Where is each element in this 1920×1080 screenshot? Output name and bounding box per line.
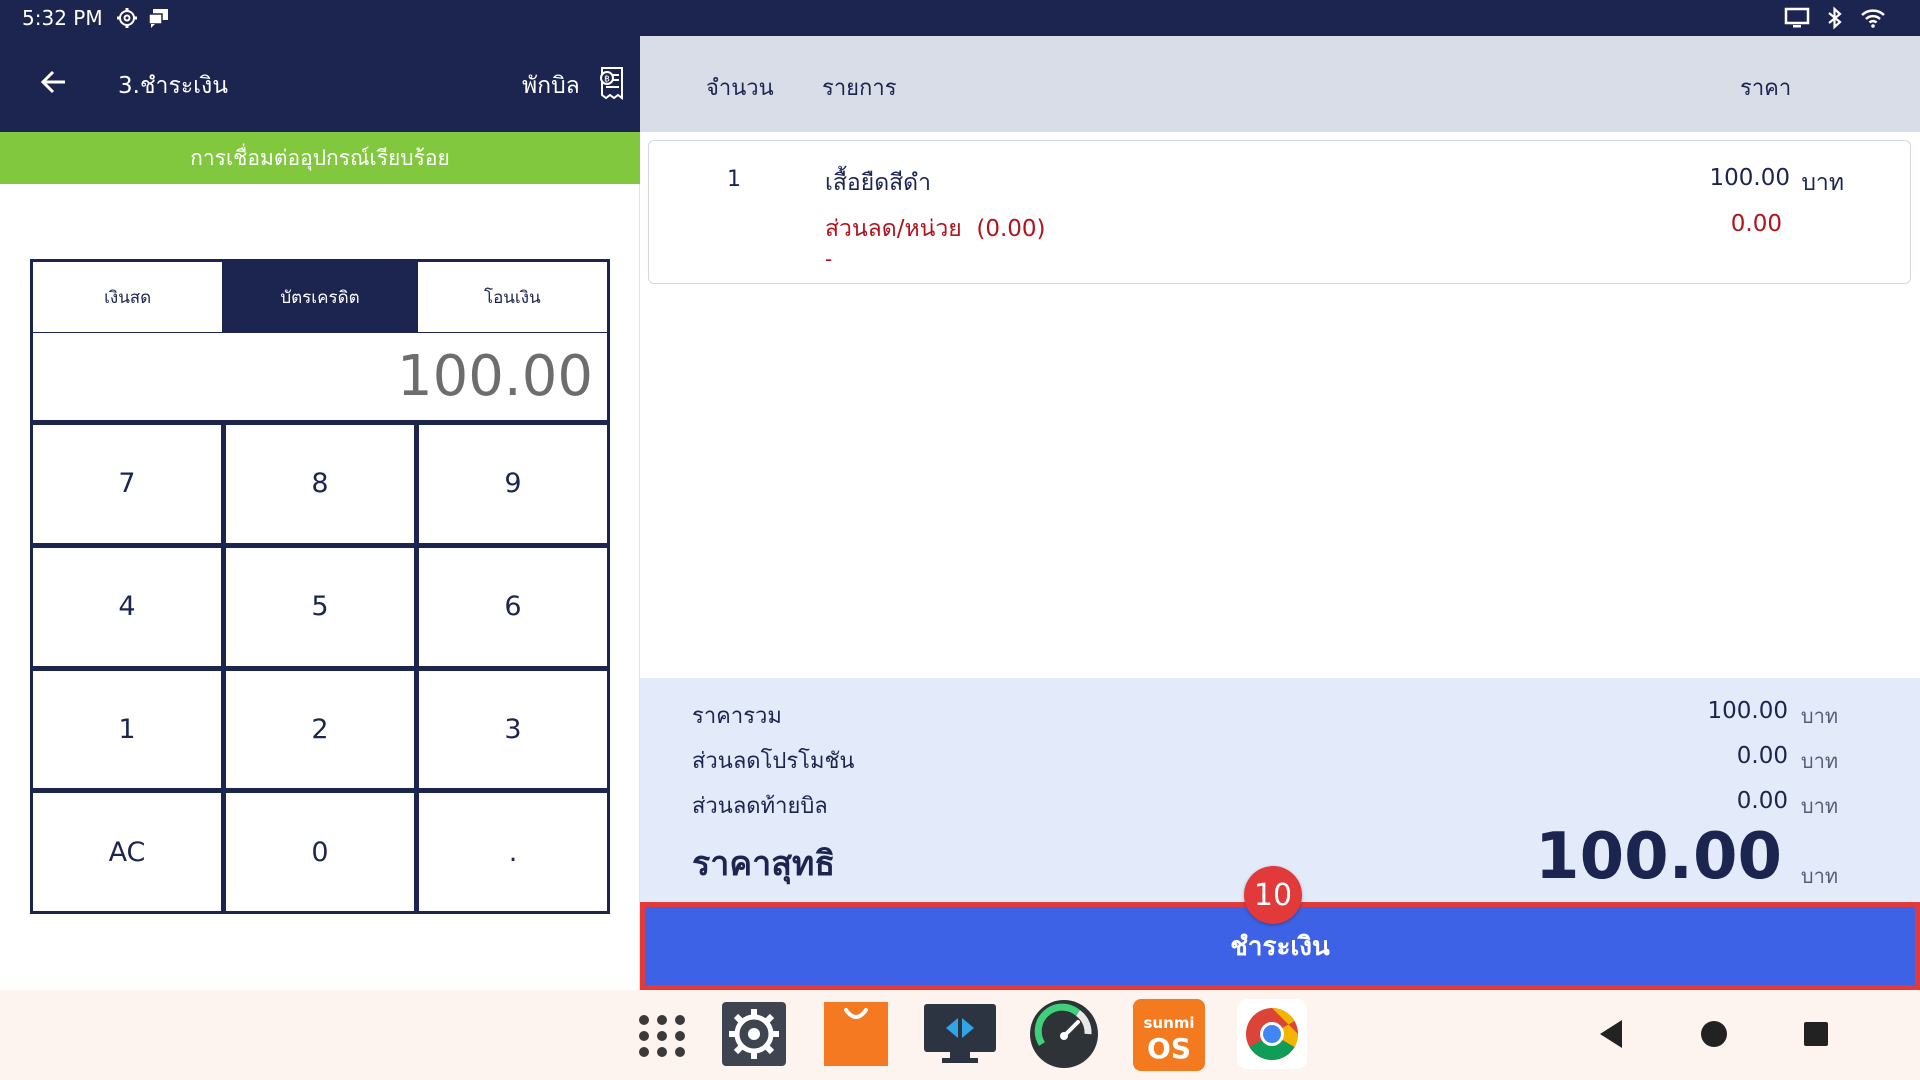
order-item-list: 1 เสื้อยืดสีดำ 100.00 บาท ส่วนลด/หน่วย (… <box>640 132 1920 678</box>
receipt-icon[interactable]: ฿ <box>596 66 628 100</box>
nav-home-icon[interactable] <box>1692 1012 1736 1056</box>
subtotal-unit: บาท <box>1800 704 1838 728</box>
subtotal-value: 100.00 <box>1707 698 1788 724</box>
settings-gear-icon <box>116 8 137 28</box>
net-total-unit: บาท <box>1800 864 1838 888</box>
key-clear[interactable]: AC <box>33 793 221 911</box>
key-1[interactable]: 1 <box>33 670 221 789</box>
status-right-icons <box>1784 6 1886 30</box>
sunmi-os-app-icon[interactable]: sunmi OS <box>1132 998 1206 1072</box>
column-header-price: ราคา <box>1740 76 1792 101</box>
svg-text:฿: ฿ <box>604 75 610 85</box>
tab-cash[interactable]: เงินสด <box>33 262 222 332</box>
cast-screen-icon <box>1784 7 1810 28</box>
key-2[interactable]: 2 <box>226 670 414 789</box>
order-table-header: จำนวน รายการ ราคา <box>640 36 1920 132</box>
amount-display: 100.00 <box>30 333 610 423</box>
payment-method-tabs: เงินสด บัตรเครดิต โอนเงิน <box>30 259 610 335</box>
bill-discount-value: 0.00 <box>1736 788 1788 814</box>
tab-credit-card[interactable]: บัตรเครดิต <box>222 262 415 332</box>
item-price: 100.00 <box>1709 165 1790 191</box>
tab-transfer[interactable]: โอนเงิน <box>414 262 607 332</box>
status-bar: 5:32 PM <box>0 0 1920 36</box>
bill-discount-unit: บาท <box>1800 794 1838 818</box>
status-time: 5:32 PM <box>22 6 103 30</box>
key-0[interactable]: 0 <box>226 793 414 911</box>
key-6[interactable]: 6 <box>419 547 607 666</box>
bill-discount-label: ส่วนลดท้ายบิล <box>692 794 828 819</box>
chrome-app-icon[interactable] <box>1236 998 1308 1070</box>
bluetooth-icon <box>1828 6 1842 30</box>
net-total-label: ราคาสุทธิ <box>692 844 836 884</box>
hold-bill-button[interactable]: พักบิล <box>522 68 580 104</box>
item-name: เสื้อยืดสีดำ <box>825 170 932 196</box>
key-decimal[interactable]: . <box>419 793 607 911</box>
left-header: 3.ชำระเงิน พักบิล ฿ <box>0 36 640 132</box>
step-number-badge: 10 <box>1244 866 1302 924</box>
key-3[interactable]: 3 <box>419 670 607 789</box>
column-header-qty: จำนวน <box>706 76 774 101</box>
item-discount-paren: (0.00) <box>976 216 1046 242</box>
connection-status-banner: การเชื่อมต่ออุปกรณ์เรียบร้อย <box>0 132 640 184</box>
item-discount-value: 0.00 <box>1730 211 1782 237</box>
nav-back-icon[interactable] <box>1590 1012 1634 1056</box>
sunmi-brand-text: sunmi <box>1143 1014 1194 1032</box>
list-item[interactable]: 1 เสื้อยืดสีดำ 100.00 บาท ส่วนลด/หน่วย (… <box>648 140 1911 284</box>
subtotal-label: ราคารวม <box>692 704 782 729</box>
settings-app-icon[interactable] <box>720 1000 788 1068</box>
arrow-left-icon[interactable] <box>38 66 70 98</box>
key-5[interactable]: 5 <box>226 547 414 666</box>
key-4[interactable]: 4 <box>33 547 221 666</box>
chat-bubble-icon <box>147 9 168 28</box>
net-total-value: 100.00 <box>1535 820 1782 894</box>
nav-recents-icon[interactable] <box>1794 1012 1838 1056</box>
shopping-bag-app-icon[interactable] <box>822 1000 890 1068</box>
promo-discount-unit: บาท <box>1800 749 1838 773</box>
item-discount-label: ส่วนลด/หน่วย (0.00) <box>825 211 1046 247</box>
page-title: 3.ชำระเงิน <box>118 73 228 99</box>
app-drawer-icon[interactable] <box>628 1000 696 1068</box>
numeric-keypad: 7 8 9 4 5 6 1 2 3 AC 0 . <box>30 422 610 914</box>
key-9[interactable]: 9 <box>419 425 607 543</box>
item-qty: 1 <box>727 167 741 192</box>
speedometer-app-icon[interactable] <box>1028 998 1100 1070</box>
item-note: - <box>825 247 833 271</box>
key-7[interactable]: 7 <box>33 425 221 543</box>
remote-display-app-icon[interactable] <box>922 1000 998 1068</box>
sunmi-os-text: OS <box>1147 1032 1191 1065</box>
item-discount-text: ส่วนลด/หน่วย <box>825 216 962 242</box>
item-currency: บาท <box>1801 170 1844 196</box>
promo-discount-label: ส่วนลดโปรโมชัน <box>692 749 855 774</box>
wifi-icon <box>1861 9 1885 28</box>
promo-discount-value: 0.00 <box>1736 743 1788 769</box>
system-taskbar: sunmi OS <box>0 990 1920 1080</box>
column-header-item: รายการ <box>822 76 897 101</box>
key-8[interactable]: 8 <box>226 425 414 543</box>
